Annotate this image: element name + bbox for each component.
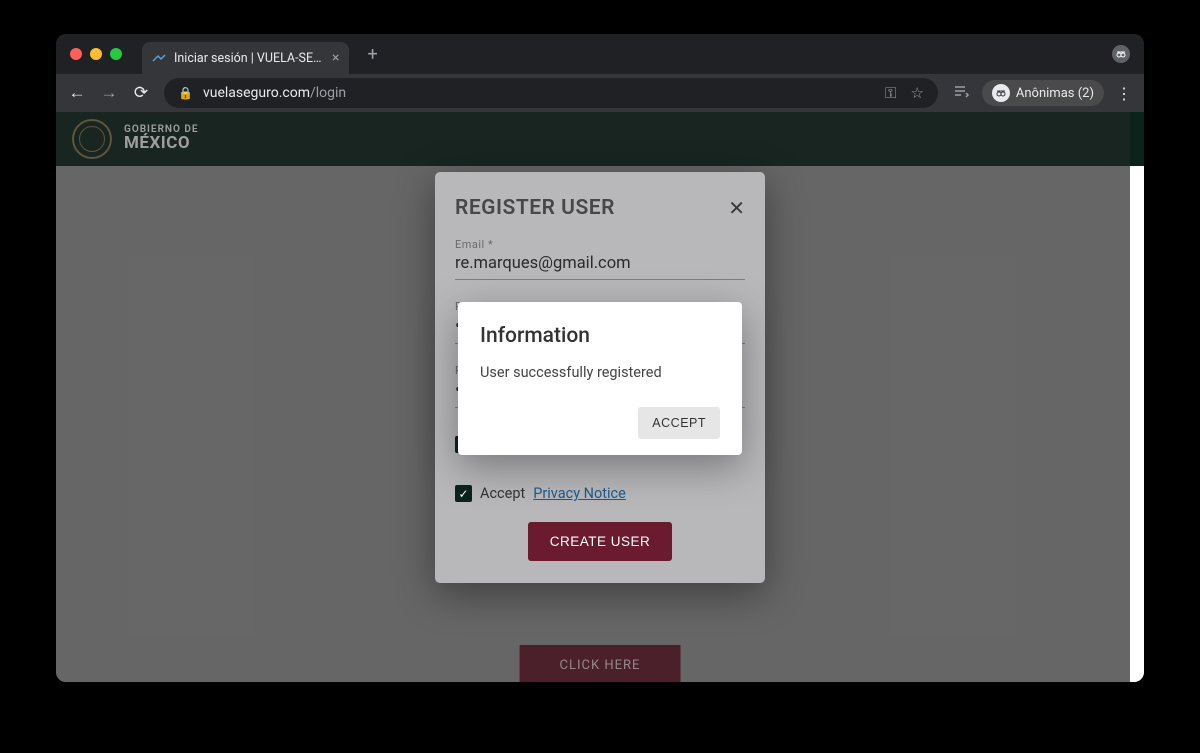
information-dialog: Information User successfully registered… bbox=[458, 302, 742, 455]
reading-list-icon[interactable] bbox=[952, 82, 970, 104]
maximize-window-button[interactable] bbox=[110, 48, 122, 60]
url-path: /login bbox=[310, 85, 346, 101]
address-bar[interactable]: 🔒 vuelaseguro.com/login ⚿ ☆ bbox=[164, 78, 938, 108]
accept-word: Accept bbox=[480, 485, 525, 502]
reload-button[interactable]: ⟳ bbox=[132, 83, 150, 103]
email-value: re.marques@gmail.com bbox=[455, 254, 745, 279]
tab-title: Iniciar sesión | VUELA-SEGURO bbox=[174, 51, 324, 66]
bookmark-star-icon[interactable]: ☆ bbox=[910, 84, 923, 102]
close-icon[interactable]: ✕ bbox=[728, 196, 745, 220]
page-viewport: GOBIERNO DE MÉXICO CLICK HERE REGISTER U… bbox=[56, 112, 1144, 682]
url-domain: vuelaseguro.com bbox=[203, 85, 310, 101]
info-body: User successfully registered bbox=[480, 364, 720, 381]
forward-button[interactable]: → bbox=[100, 83, 118, 103]
modal-title: REGISTER USER bbox=[455, 196, 615, 220]
profile-chip[interactable]: Anônimas (2) bbox=[982, 80, 1104, 106]
email-field[interactable]: Email * re.marques@gmail.com bbox=[455, 238, 745, 280]
accept-button[interactable]: ACCEPT bbox=[638, 407, 720, 439]
window-controls bbox=[70, 48, 122, 60]
browser-tab[interactable]: Iniciar sesión | VUELA-SEGURO × bbox=[142, 42, 349, 74]
toolbar: ← → ⟳ 🔒 vuelaseguro.com/login ⚿ ☆ Anônim… bbox=[56, 74, 1144, 112]
browser-window: Iniciar sesión | VUELA-SEGURO × + ← → ⟳ … bbox=[56, 34, 1144, 682]
back-button[interactable]: ← bbox=[68, 83, 86, 103]
info-title: Information bbox=[480, 324, 720, 348]
close-window-button[interactable] bbox=[70, 48, 82, 60]
privacy-row: ✓ Accept Privacy Notice bbox=[455, 485, 745, 502]
new-tab-button[interactable]: + bbox=[367, 44, 377, 65]
profile-label: Anônimas (2) bbox=[1016, 86, 1094, 101]
tab-favicon-icon bbox=[152, 51, 166, 65]
tab-close-icon[interactable]: × bbox=[332, 50, 339, 66]
scrollbar[interactable] bbox=[1130, 112, 1144, 682]
title-bar: Iniciar sesión | VUELA-SEGURO × + bbox=[56, 34, 1144, 74]
incognito-profile-icon bbox=[992, 84, 1010, 102]
email-label: Email * bbox=[455, 238, 745, 251]
privacy-notice-link[interactable]: Privacy Notice bbox=[533, 485, 626, 502]
minimize-window-button[interactable] bbox=[90, 48, 102, 60]
menu-kebab-icon[interactable]: ⋮ bbox=[1116, 84, 1132, 103]
password-key-icon[interactable]: ⚿ bbox=[885, 84, 896, 102]
incognito-icon bbox=[1112, 45, 1130, 63]
create-user-button[interactable]: CREATE USER bbox=[528, 522, 673, 561]
privacy-checkbox[interactable]: ✓ bbox=[455, 485, 472, 502]
lock-icon: 🔒 bbox=[178, 86, 193, 100]
